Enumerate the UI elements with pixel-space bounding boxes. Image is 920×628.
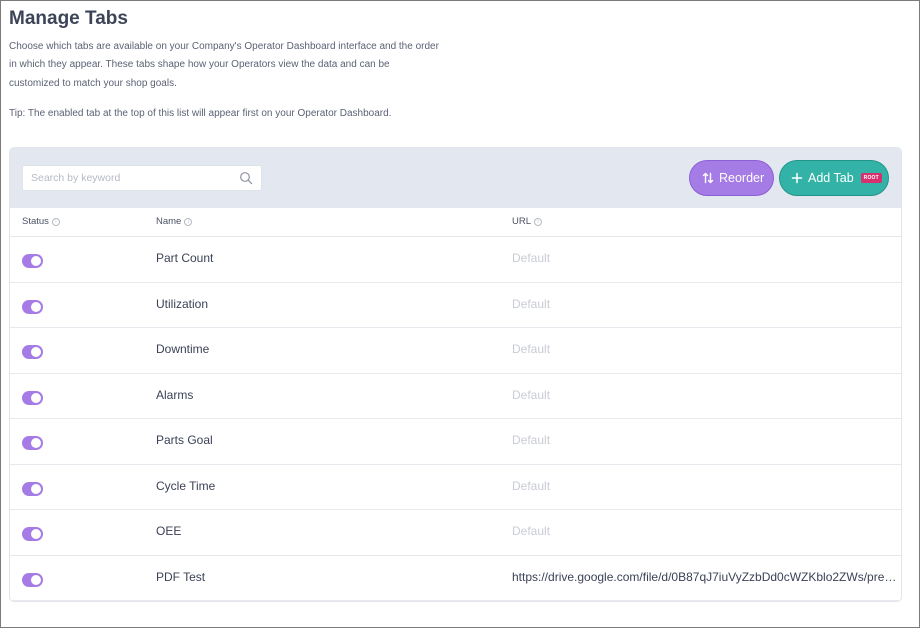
- table-row: Alarms Default: [10, 374, 901, 419]
- root-badge: ROOT: [860, 173, 882, 183]
- add-tab-label: Add Tab: [808, 171, 854, 185]
- info-icon[interactable]: i: [534, 217, 543, 226]
- table-row: Downtime Default: [10, 328, 901, 374]
- table-header: Status i Name i URL i: [10, 208, 901, 237]
- status-toggle[interactable]: [22, 390, 43, 405]
- tab-name: Parts Goal: [156, 433, 213, 447]
- toggle-knob: [31, 392, 41, 403]
- column-header-name: Name i: [156, 216, 193, 227]
- tab-url: Default: [512, 524, 551, 538]
- search-icon[interactable]: [239, 171, 253, 185]
- status-toggle[interactable]: [22, 436, 43, 450]
- status-toggle[interactable]: [22, 481, 43, 496]
- toggle-knob: [31, 574, 41, 585]
- column-header-url: URL i: [512, 216, 543, 227]
- column-label-status: Status: [22, 216, 49, 227]
- info-icon[interactable]: i: [51, 217, 60, 226]
- column-header-status: Status i: [22, 216, 60, 227]
- status-toggle[interactable]: [22, 299, 43, 314]
- tabs-card: Reorder Add Tab ROOT Status i Name i URL…: [9, 147, 902, 602]
- reorder-button[interactable]: Reorder: [689, 160, 774, 196]
- toggle-knob: [31, 438, 41, 448]
- tab-url: Default: [512, 387, 551, 402]
- column-label-url: URL: [512, 216, 532, 227]
- tab-name: Part Count: [156, 251, 214, 265]
- page-description: Choose which tabs are available on your …: [9, 41, 439, 89]
- table-row: Utilization Default: [10, 283, 901, 328]
- page-title: Manage Tabs: [9, 8, 128, 29]
- tab-name: PDF Test: [156, 569, 206, 584]
- status-toggle[interactable]: [22, 527, 43, 541]
- tab-name: Alarms: [156, 387, 194, 402]
- tab-url: Default: [512, 251, 551, 265]
- table-row: Parts Goal Default: [10, 419, 901, 465]
- toggle-knob: [31, 256, 41, 266]
- toggle-knob: [31, 301, 41, 312]
- status-toggle[interactable]: [22, 254, 43, 268]
- table-row: Part Count Default: [10, 237, 901, 283]
- tab-url: Default: [512, 433, 551, 447]
- reorder-label: Reorder: [719, 171, 765, 185]
- tab-name: Cycle Time: [156, 478, 216, 493]
- search-box: [22, 165, 262, 191]
- toggle-knob: [31, 483, 41, 494]
- page-tip: Tip: The enabled tab at the top of this …: [9, 108, 392, 119]
- tab-url: Default: [512, 296, 551, 311]
- status-toggle[interactable]: [22, 572, 43, 587]
- toggle-knob: [31, 347, 41, 357]
- tab-name: Downtime: [156, 342, 210, 356]
- table-row: OEE Default: [10, 510, 901, 556]
- toggle-knob: [31, 529, 41, 539]
- table-row: Cycle Time Default: [10, 465, 901, 510]
- tab-url: Default: [512, 478, 551, 493]
- toolbar: Reorder Add Tab ROOT: [10, 148, 901, 208]
- plus-icon: [791, 172, 803, 184]
- tab-url: Default: [512, 342, 551, 356]
- tab-name: OEE: [156, 524, 182, 538]
- status-toggle[interactable]: [22, 345, 43, 359]
- info-icon[interactable]: i: [184, 217, 193, 226]
- sort-arrows-icon: [702, 172, 714, 184]
- column-label-name: Name: [156, 216, 182, 227]
- tab-url-link[interactable]: https://drive.google.com/file/d/0B87qJ7i…: [512, 570, 901, 584]
- add-tab-button[interactable]: Add Tab ROOT: [779, 160, 889, 196]
- tab-name: Utilization: [156, 296, 209, 311]
- search-input[interactable]: [23, 166, 233, 190]
- table-row: PDF Test https://drive.google.com/file/d…: [10, 556, 901, 601]
